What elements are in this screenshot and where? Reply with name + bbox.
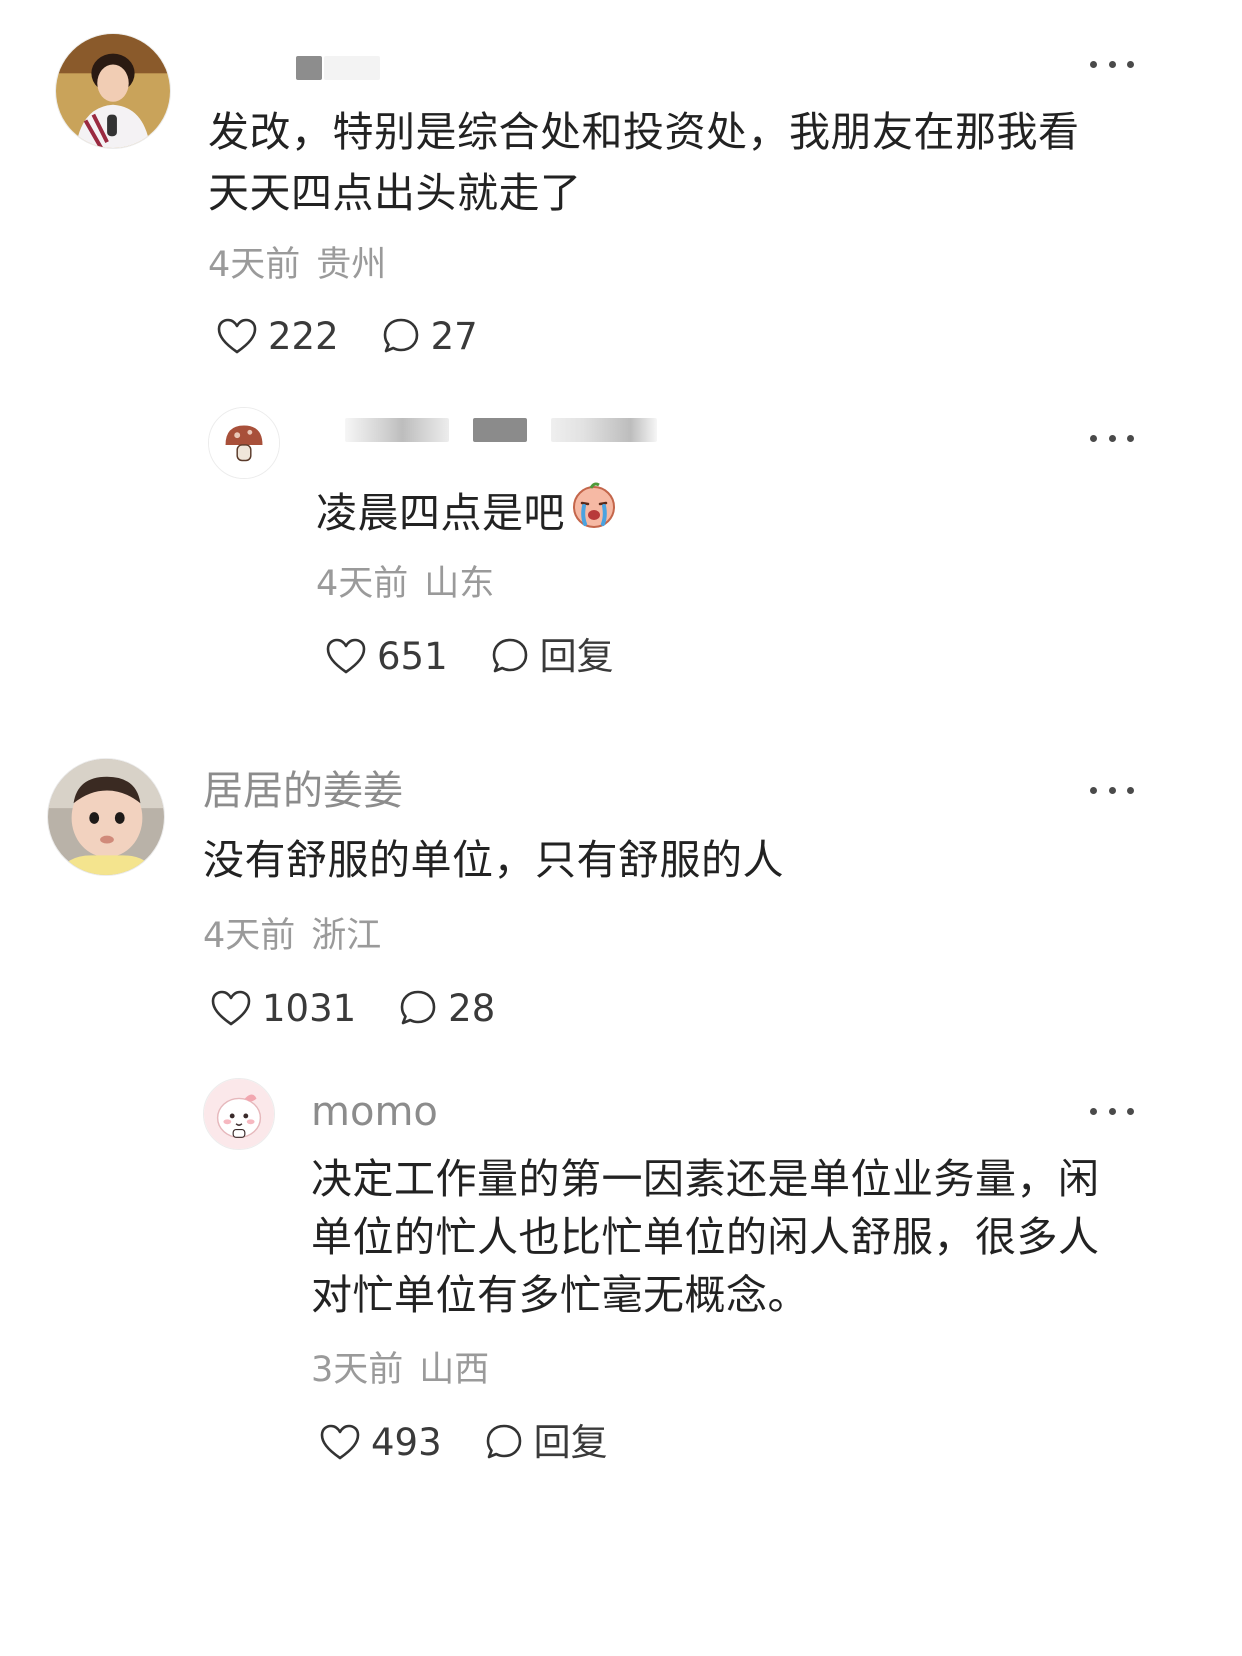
- heart-icon: [216, 317, 258, 355]
- more-dots-icon[interactable]: [1090, 1105, 1134, 1117]
- comment-text: 发改，特别是综合处和投资处，我朋友在那我看 天天四点出头就走了: [208, 102, 1080, 224]
- like-button[interactable]: 222: [216, 317, 339, 355]
- comment-text-line: 对忙单位有多忙毫无概念。: [311, 1271, 809, 1319]
- comment-bubble-icon: [398, 988, 438, 1028]
- comment-meta: 4天前 浙江: [203, 919, 381, 954]
- comment-location: 山西: [419, 1350, 490, 1390]
- crying-face-emoji: [569, 480, 619, 547]
- comment-bubble-icon: [381, 316, 421, 356]
- heart-icon: [210, 989, 252, 1027]
- username-redacted: [345, 418, 449, 442]
- reply-label: 回复: [533, 1420, 608, 1464]
- more-dots-icon[interactable]: [1090, 432, 1134, 444]
- comment-time: 3天前: [311, 1350, 404, 1390]
- like-count: 651: [377, 634, 448, 678]
- comment-bubble-icon: [484, 1422, 524, 1462]
- comment-location: 贵州: [316, 245, 387, 285]
- like-count: 1031: [262, 986, 357, 1030]
- mushroom-avatar[interactable]: [208, 407, 280, 479]
- reply-count: 28: [448, 986, 496, 1030]
- reply-button[interactable]: 27: [381, 316, 478, 356]
- reply-text: 凌晨四点是吧: [316, 480, 619, 547]
- baby-photo-avatar[interactable]: [47, 758, 165, 876]
- comment-text-line: 决定工作量的第一因素还是单位业务量，闲: [311, 1155, 1100, 1203]
- comment-username[interactable]: 居居的姜姜: [203, 771, 403, 811]
- reply-meta: 3天前 山西: [311, 1353, 489, 1388]
- like-count: 493: [371, 1420, 442, 1464]
- comment-location: 山东: [424, 564, 495, 604]
- username-redacted: [473, 418, 527, 442]
- comment-meta: 4天前 贵州: [208, 248, 386, 283]
- reply-count: 27: [430, 314, 478, 358]
- reply-text: 决定工作量的第一因素还是单位业务量，闲 单位的忙人也比忙单位的闲人舒服，很多人 …: [311, 1150, 1100, 1324]
- comment-thread: 发改，特别是综合处和投资处，我朋友在那我看 天天四点出头就走了 4天前 贵州 22…: [0, 0, 1242, 1656]
- like-button[interactable]: 651: [325, 637, 448, 675]
- comment-actions: 1031 28: [210, 988, 495, 1028]
- username-redacted: [551, 418, 657, 442]
- comment-text-line: 没有舒服的单位，只有舒服的人: [203, 836, 784, 884]
- comment-time: 4天前: [203, 916, 296, 956]
- comment-text-line: 凌晨四点是吧: [316, 489, 565, 537]
- reply-button[interactable]: 28: [398, 988, 495, 1028]
- username-redacted: [296, 56, 322, 80]
- comment-bubble-icon: [490, 636, 530, 676]
- username-redacted: [324, 56, 380, 80]
- woman-photo-avatar[interactable]: [55, 33, 171, 149]
- reply-meta: 4天前 山东: [316, 567, 494, 602]
- comment-actions: 222 27: [216, 316, 478, 356]
- comment-text-line: 发改，特别是综合处和投资处，我朋友在那我看: [208, 108, 1080, 156]
- comment-time: 4天前: [208, 245, 301, 285]
- like-button[interactable]: 493: [319, 1423, 442, 1461]
- more-dots-icon[interactable]: [1090, 784, 1134, 796]
- reply-label: 回复: [539, 634, 614, 678]
- comment-time: 4天前: [316, 564, 409, 604]
- heart-icon: [319, 1423, 361, 1461]
- reply-button[interactable]: 回复: [490, 636, 614, 676]
- comment-text-line: 天天四点出头就走了: [208, 169, 582, 217]
- like-count: 222: [268, 314, 339, 358]
- more-dots-icon[interactable]: [1090, 58, 1134, 70]
- comment-location: 浙江: [311, 916, 382, 956]
- heart-icon: [325, 637, 367, 675]
- pink-character-avatar[interactable]: [203, 1078, 275, 1150]
- reply-actions: 493 回复: [319, 1422, 608, 1462]
- reply-button[interactable]: 回复: [484, 1422, 608, 1462]
- comment-text: 没有舒服的单位，只有舒服的人: [203, 830, 784, 891]
- reply-actions: 651 回复: [325, 636, 614, 676]
- like-button[interactable]: 1031: [210, 989, 356, 1027]
- reply-username[interactable]: momo: [311, 1092, 438, 1132]
- comment-text-line: 单位的忙人也比忙单位的闲人舒服，很多人: [311, 1213, 1100, 1261]
